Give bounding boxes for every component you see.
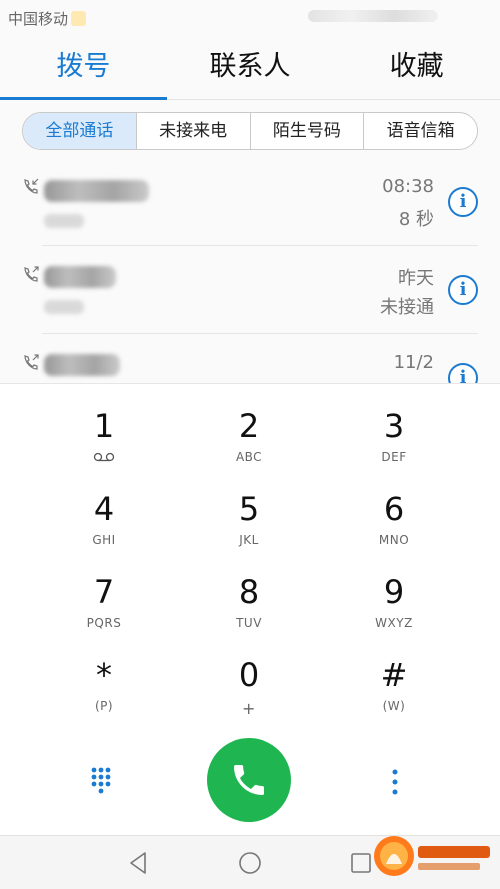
tab-contacts[interactable]: 联系人 — [167, 34, 334, 99]
key-5[interactable]: 5 JKL — [179, 481, 319, 561]
call-filter-segmented-control: 全部通话 未接来电 陌生号码 语音信箱 — [22, 112, 478, 150]
key-digit: 7 — [93, 573, 115, 611]
carrier-label: 中国移动 — [8, 10, 69, 28]
call-status: 未接通 — [380, 297, 434, 318]
filter-voicemail[interactable]: 语音信箱 — [363, 113, 477, 149]
key-letters: MNO — [378, 533, 410, 547]
key-digit: 2 — [238, 407, 260, 445]
key-digit: # — [380, 656, 408, 694]
key-9[interactable]: 9 WXYZ — [324, 564, 464, 644]
tab-favorites[interactable]: 收藏 — [333, 34, 500, 99]
contact-number-blurred — [44, 214, 84, 228]
contact-name-blurred — [44, 266, 116, 288]
key-digit: 6 — [383, 490, 405, 528]
phone-icon — [234, 765, 264, 795]
filter-all-calls[interactable]: 全部通话 — [23, 113, 136, 149]
filter-missed-calls[interactable]: 未接来电 — [135, 113, 250, 149]
key-star[interactable]: * (P) — [34, 647, 174, 727]
call-button[interactable] — [207, 738, 291, 822]
call-duration: 8 秒 — [398, 209, 434, 230]
key-letters: ABC — [235, 450, 263, 464]
call-log-row[interactable]: 昨天 未接通 i — [0, 246, 500, 334]
call-info-icon[interactable]: i — [448, 363, 478, 383]
call-time: 昨天 — [398, 268, 434, 289]
voicemail-icon — [93, 452, 115, 462]
contact-number-blurred — [44, 300, 84, 314]
key-letters: TUV — [236, 616, 262, 630]
key-digit: 0 — [238, 656, 260, 694]
home-circle-icon[interactable] — [235, 848, 265, 878]
key-digit: 8 — [238, 573, 260, 611]
key-digit: * — [96, 656, 112, 694]
key-digit: 3 — [383, 407, 405, 445]
tab-dial[interactable]: 拨号 — [0, 34, 167, 100]
key-letters: (P) — [94, 699, 114, 713]
carrier-name: 中国移动 — [8, 8, 87, 29]
contact-name-blurred — [44, 180, 149, 202]
incoming-call-icon — [24, 178, 39, 194]
dialpad-grid-icon[interactable] — [90, 766, 118, 798]
key-0[interactable]: 0 + — [179, 647, 319, 727]
dialpad: 1 2 ABC 3 DEF 4 GHI 5 JKL 6 MNO 7 PQRS 8… — [0, 383, 500, 835]
key-digit: 5 — [238, 490, 260, 528]
contact-name-blurred — [44, 354, 120, 376]
outgoing-call-icon — [24, 354, 39, 370]
call-log-list: 08:38 8 秒 i 昨天 未接通 i 11/2 i — [0, 158, 500, 383]
status-icons-blurred — [308, 10, 438, 22]
filter-unknown-numbers[interactable]: 陌生号码 — [249, 113, 364, 149]
key-letters: GHI — [92, 533, 116, 547]
key-1[interactable]: 1 — [34, 398, 174, 478]
key-letters: DEF — [381, 450, 407, 464]
call-log-row[interactable]: 08:38 8 秒 i — [0, 158, 500, 246]
key-8[interactable]: 8 TUV — [179, 564, 319, 644]
key-letters: WXYZ — [375, 616, 413, 630]
key-letters: JKL — [239, 533, 259, 547]
watermark-logo — [374, 836, 490, 876]
key-3[interactable]: 3 DEF — [324, 398, 464, 478]
call-time: 08:38 — [382, 176, 434, 197]
call-log-row[interactable]: 11/2 i — [0, 334, 500, 383]
back-triangle-icon[interactable] — [123, 848, 153, 878]
key-2[interactable]: 2 ABC — [179, 398, 319, 478]
top-tab-bar: 拨号 联系人 收藏 — [0, 34, 500, 100]
key-digit: 1 — [93, 407, 115, 445]
call-time: 11/2 — [393, 352, 434, 373]
key-hash[interactable]: # (W) — [324, 647, 464, 727]
key-letters: PQRS — [86, 616, 122, 630]
more-vertical-icon[interactable] — [385, 766, 405, 798]
outgoing-call-icon — [24, 266, 39, 282]
key-letters: + — [242, 699, 256, 718]
key-6[interactable]: 6 MNO — [324, 481, 464, 561]
call-info-icon[interactable]: i — [448, 187, 478, 217]
key-digit: 4 — [93, 490, 115, 528]
hd-badge-icon — [71, 11, 87, 26]
key-letters: (W) — [382, 699, 406, 713]
key-4[interactable]: 4 GHI — [34, 481, 174, 561]
key-7[interactable]: 7 PQRS — [34, 564, 174, 644]
status-bar: 中国移动 — [0, 0, 500, 34]
call-info-icon[interactable]: i — [448, 275, 478, 305]
key-digit: 9 — [383, 573, 405, 611]
